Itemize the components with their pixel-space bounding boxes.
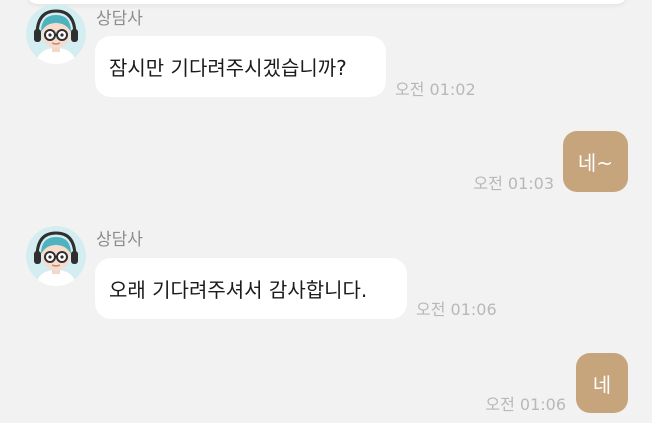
message-text: 오래 기다려주셔서 감사합니다. — [109, 278, 368, 302]
outgoing-message-bubble[interactable]: 네~ — [563, 131, 628, 192]
agent-avatar — [26, 4, 86, 64]
message-text: 네 — [592, 372, 612, 397]
message-text: 네~ — [577, 151, 614, 175]
agent-avatar — [26, 226, 86, 286]
outgoing-message-bubble[interactable]: 네 — [576, 353, 628, 413]
sender-name: 상담사 — [96, 9, 143, 29]
agent-avatar-icon — [26, 4, 86, 64]
message-timestamp: 오전 01:03 — [473, 174, 554, 193]
incoming-message-bubble[interactable]: 잠시만 기다려주시겠습니까? — [95, 36, 386, 97]
incoming-message-bubble[interactable]: 오래 기다려주셔서 감사합니다. — [95, 258, 407, 319]
message-text: 잠시만 기다려주시겠습니까? — [109, 56, 347, 80]
message-timestamp: 오전 01:06 — [416, 300, 497, 319]
message-timestamp: 오전 01:06 — [485, 395, 566, 414]
chat-area[interactable]: 상담사 잠시만 기다려주시겠습니까? 오전 01:02 오전 01:03 네~ … — [0, 0, 652, 423]
sender-name: 상담사 — [96, 230, 143, 250]
agent-avatar-icon — [26, 226, 86, 286]
message-timestamp: 오전 01:02 — [395, 80, 476, 99]
